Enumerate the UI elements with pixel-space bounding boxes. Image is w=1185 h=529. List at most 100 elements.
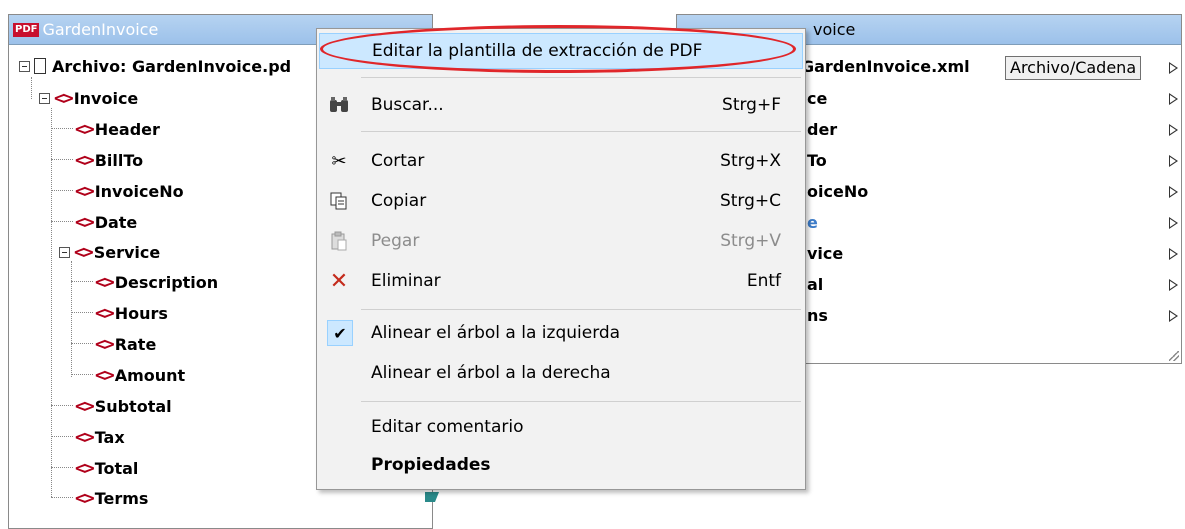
output-connector-icon[interactable] — [1169, 62, 1178, 74]
checkmark-icon: ✔ — [327, 320, 353, 346]
menu-item-search[interactable]: Buscar... Strg+F — [319, 87, 803, 123]
output-connector-icon[interactable] — [1169, 217, 1178, 229]
file-icon — [34, 58, 46, 74]
menu-item-paste[interactable]: Pegar Strg+V — [319, 223, 803, 259]
tree-line — [51, 405, 73, 406]
element-tag-icon: <> — [75, 211, 95, 233]
tree-node-rate[interactable]: <> Rate — [95, 329, 156, 359]
tree-node-header[interactable]: <> Header — [75, 114, 160, 144]
tree-line — [71, 374, 93, 375]
output-connector-icon[interactable] — [1169, 124, 1178, 136]
tree-line — [71, 281, 93, 282]
tree-node-hours[interactable]: <> Hours — [95, 298, 168, 328]
menu-item-properties[interactable]: Propiedades — [319, 447, 803, 483]
right-tree-node[interactable]: To — [807, 151, 827, 170]
tree-line — [51, 159, 73, 160]
paste-icon — [327, 229, 351, 253]
menu-item-delete[interactable]: ✕ Eliminar Entf — [319, 263, 803, 299]
delete-x-icon: ✕ — [329, 268, 349, 294]
menu-item-label: Eliminar — [371, 271, 441, 291]
tree-line — [71, 343, 93, 344]
element-tag-icon: <> — [54, 87, 74, 109]
node-label: Terms — [94, 488, 149, 508]
element-tag-icon: <> — [75, 149, 95, 171]
right-tree-node[interactable]: ns — [807, 306, 828, 325]
menu-separator — [361, 309, 801, 310]
node-label: Rate — [114, 334, 157, 354]
node-label: Invoice — [73, 88, 139, 108]
copy-icon — [327, 189, 351, 213]
element-tag-icon: <> — [95, 302, 115, 324]
output-connector-icon[interactable] — [1169, 155, 1178, 167]
right-tree-node[interactable]: der — [807, 120, 837, 139]
node-label: Amount — [114, 365, 186, 385]
tree-line — [71, 261, 72, 377]
menu-item-label: Alinear el árbol a la izquierda — [371, 323, 621, 343]
right-tree-node[interactable]: al — [807, 275, 823, 294]
tree-line — [51, 108, 52, 497]
right-tree-node[interactable]: vice — [807, 244, 843, 263]
output-connector-icon[interactable] — [1169, 248, 1178, 260]
menu-item-label: Propiedades — [371, 455, 491, 475]
tree-node-invoiceno[interactable]: <> InvoiceNo — [75, 176, 184, 206]
right-root-label: : GardenInvoice.xml — [789, 57, 970, 76]
output-connector-icon[interactable] — [1169, 93, 1178, 105]
node-label: Subtotal — [94, 396, 172, 416]
menu-item-label: Alinear el árbol a la derecha — [371, 363, 611, 383]
tree-node-billto[interactable]: <> BillTo — [75, 145, 143, 175]
menu-item-edit-comment[interactable]: Editar comentario — [319, 409, 803, 445]
element-tag-icon: <> — [75, 457, 95, 479]
tree-node-total[interactable]: <> Total — [75, 453, 138, 483]
tree-line — [51, 221, 73, 222]
tree-node-amount[interactable]: <> Amount — [95, 360, 185, 390]
pdf-icon: PDF — [13, 22, 40, 37]
tree-node-service[interactable]: <> Service — [59, 237, 160, 267]
right-tree-node[interactable]: oiceNo — [807, 182, 868, 201]
collapse-icon[interactable] — [39, 92, 50, 104]
menu-item-label: Editar la plantilla de extracción de PDF — [372, 41, 703, 61]
tree-line — [51, 190, 73, 191]
tree-line — [51, 436, 73, 437]
menu-item-copy[interactable]: Copiar Strg+C — [319, 183, 803, 219]
root-label: Archivo: GardenInvoice.pd — [52, 56, 292, 76]
tree-node-terms[interactable]: <> Terms — [75, 483, 148, 513]
menu-item-align-left[interactable]: ✔ Alinear el árbol a la izquierda — [319, 315, 803, 351]
element-tag-icon: <> — [75, 180, 95, 202]
menu-separator — [361, 131, 801, 132]
file-string-button[interactable]: Archivo/Cadena — [1005, 56, 1142, 80]
right-tree-node[interactable]: ce — [807, 89, 827, 108]
resize-grip-icon[interactable] — [1169, 351, 1179, 361]
collapse-icon[interactable] — [19, 60, 30, 72]
menu-separator — [361, 77, 801, 78]
menu-item-shortcut: Entf — [746, 271, 781, 291]
right-tree-node[interactable]: e — [807, 213, 818, 232]
output-connector-icon[interactable] — [1169, 310, 1178, 322]
menu-item-align-right[interactable]: Alinear el árbol a la derecha — [319, 355, 803, 391]
element-tag-icon: <> — [75, 487, 95, 509]
node-label: Tax — [94, 427, 125, 447]
node-label: Date — [94, 212, 138, 232]
output-connector-icon[interactable] — [1169, 186, 1178, 198]
menu-item-shortcut: Strg+X — [720, 151, 781, 171]
tree-node-invoice[interactable]: <> Invoice — [39, 83, 138, 113]
right-component-title: voice — [813, 20, 856, 39]
element-tag-icon: <> — [95, 364, 115, 386]
menu-item-shortcut: Strg+C — [719, 191, 781, 211]
menu-item-label: Pegar — [371, 231, 420, 251]
left-component-title: GardenInvoice — [42, 20, 159, 39]
tree-node-tax[interactable]: <> Tax — [75, 422, 125, 452]
node-label: Total — [94, 458, 139, 478]
tree-line — [51, 497, 73, 498]
tree-node-date[interactable]: <> Date — [75, 207, 137, 237]
menu-item-edit-pdf-template[interactable]: Editar la plantilla de extracción de PDF — [319, 33, 803, 69]
tree-root-file[interactable]: Archivo: GardenInvoice.pd — [19, 51, 291, 81]
menu-item-cut[interactable]: ✂ Cortar Strg+X — [319, 143, 803, 179]
tree-line — [51, 467, 73, 468]
collapse-icon[interactable] — [59, 246, 70, 258]
menu-item-label: Buscar... — [371, 95, 444, 115]
tree-node-subtotal[interactable]: <> Subtotal — [75, 391, 172, 421]
node-label: Hours — [114, 303, 168, 323]
node-label: BillTo — [94, 150, 144, 170]
tree-node-description[interactable]: <> Description — [95, 267, 218, 297]
output-connector-icon[interactable] — [1169, 279, 1178, 291]
